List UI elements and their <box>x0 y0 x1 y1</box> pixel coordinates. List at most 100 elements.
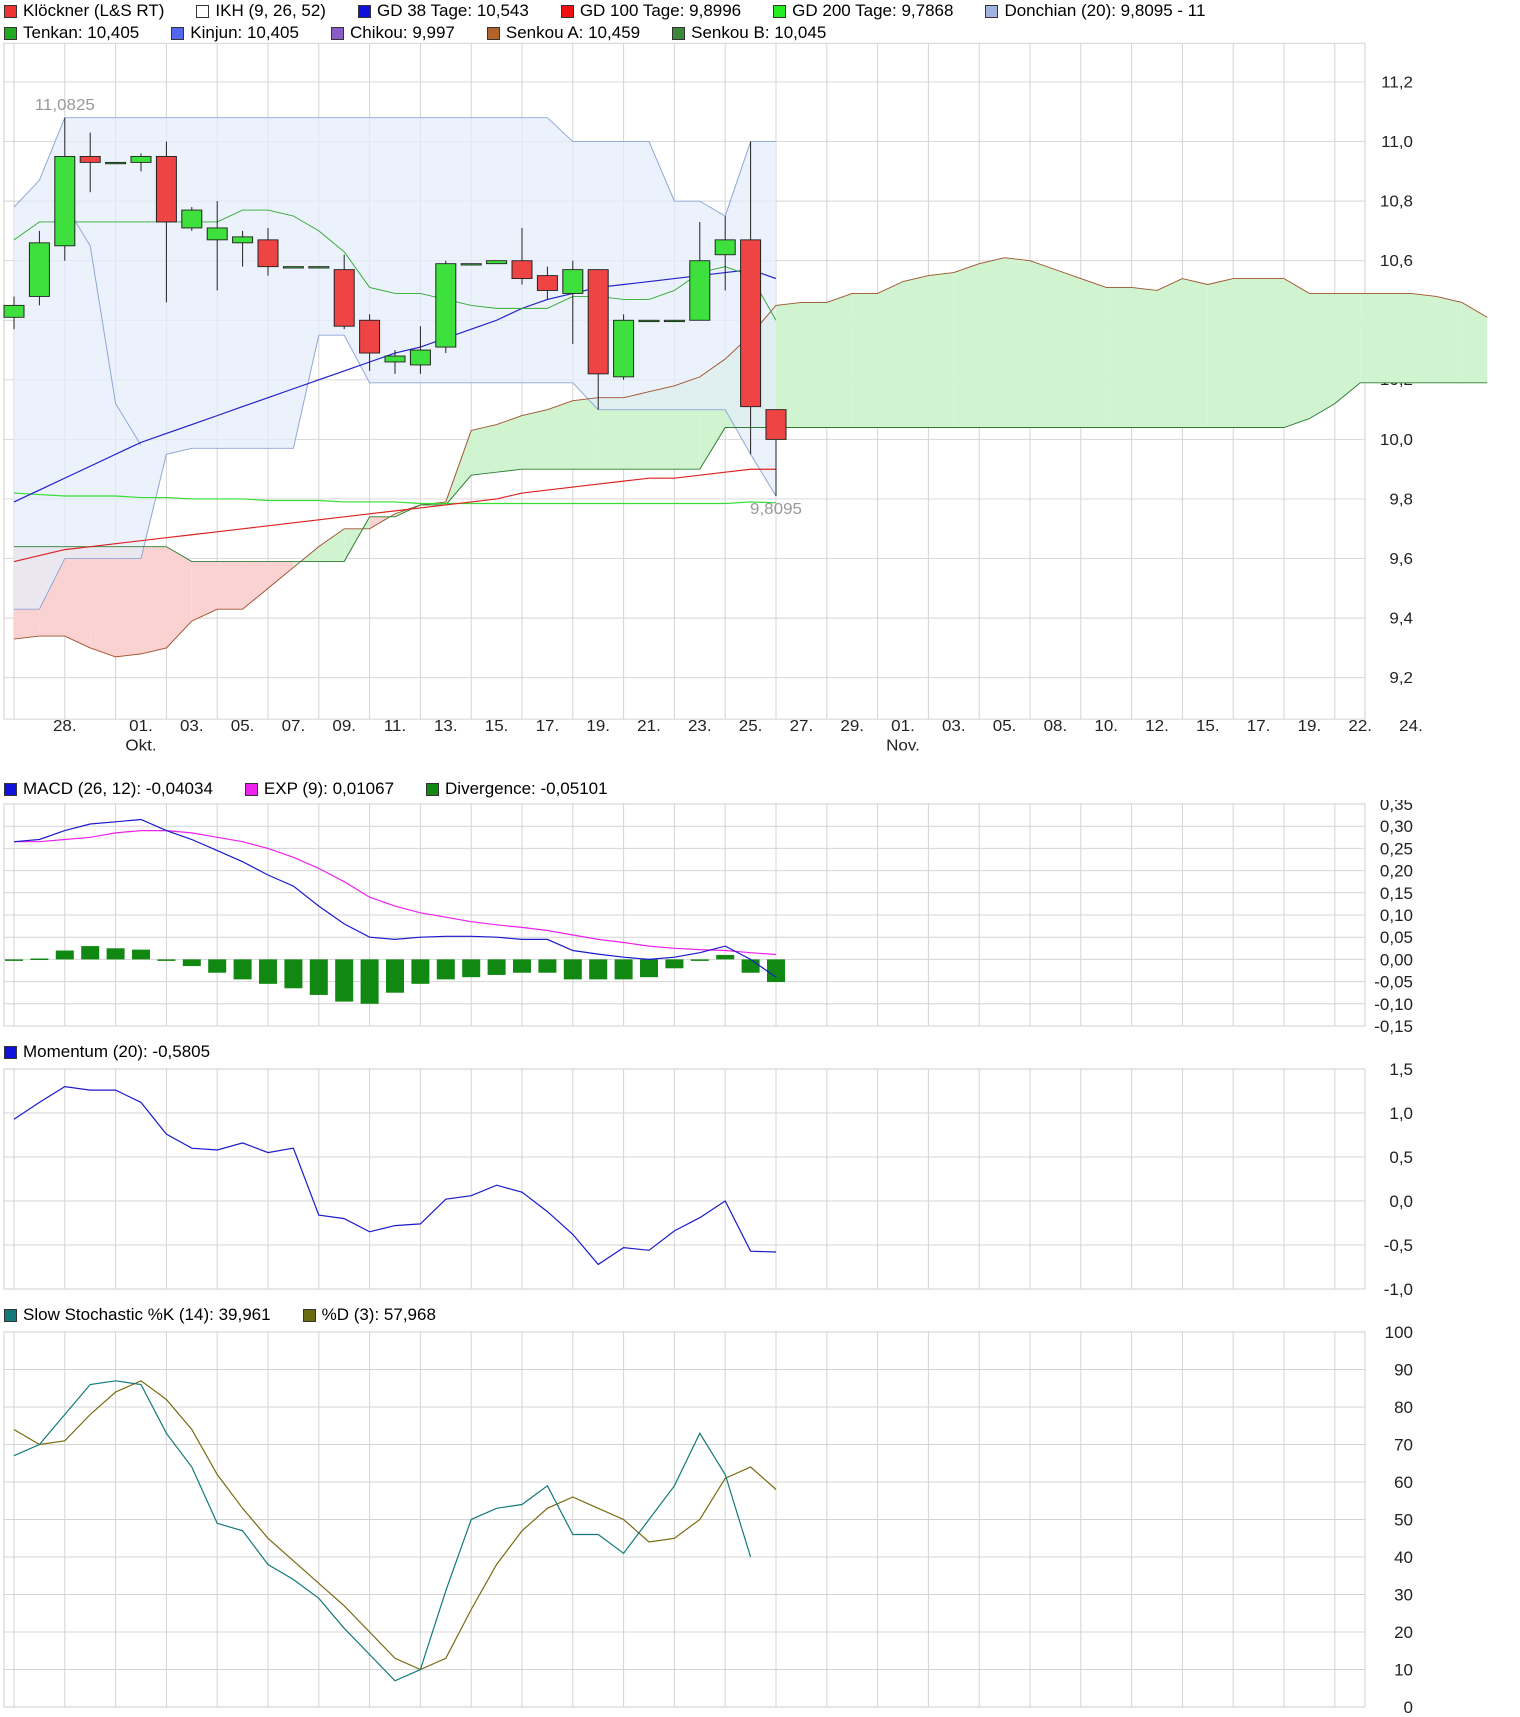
legend-swatch <box>302 1308 316 1322</box>
price-ytick-label: 11,2 <box>1381 74 1413 91</box>
kumo-segment <box>1233 278 1259 428</box>
macd-ytick-label: -0,15 <box>1374 1017 1413 1036</box>
stochastic-chart: 0 10 20 30 40 50 60 70 80 90 100 <box>3 1326 1413 1717</box>
price-ytick-label: 11,0 <box>1381 134 1413 151</box>
candle-body <box>282 266 304 269</box>
x-axis-label: 25. <box>739 718 763 735</box>
divergence-bar <box>5 959 23 961</box>
candle-body <box>613 319 635 378</box>
x-axis-label: 11. <box>384 718 406 735</box>
macd-ytick-label: -0,10 <box>1374 995 1413 1014</box>
divergence-bar <box>614 959 633 980</box>
kumo-segment <box>496 415 522 473</box>
x-axis-label: 15. <box>485 718 509 735</box>
legend-swatch <box>4 1045 17 1059</box>
candle-body <box>130 155 152 163</box>
divergence-bar <box>208 959 227 973</box>
candle-body <box>409 349 431 366</box>
divergence-bar <box>157 959 176 961</box>
x-axis-label: 07. <box>282 718 306 735</box>
divergence-bar <box>30 958 49 961</box>
legend-label: %D (3): 57,968 <box>321 1305 436 1324</box>
x-axis-label: 19. <box>1298 718 1322 735</box>
stoch-d-line <box>13 1380 777 1671</box>
x-axis-label: 03. <box>942 718 966 735</box>
x-axis-label: 01. <box>129 718 153 735</box>
kumo-segment <box>1182 278 1208 428</box>
stoch-ytick-label: 80 <box>1394 1398 1413 1417</box>
candle-body <box>562 269 584 294</box>
momentum-chart: -1,0 -0,5 0,0 0,5 1,0 1,5 <box>3 1063 1413 1299</box>
macd-ytick-label: -0,05 <box>1374 973 1413 992</box>
divergence-bar <box>741 959 760 973</box>
stoch-ytick-label: 50 <box>1394 1511 1413 1530</box>
x-axis-label: 13. <box>434 718 458 735</box>
price-annotation: 9,8095 <box>750 501 802 518</box>
candle-body <box>232 236 254 244</box>
price-ytick-label: 10,0 <box>1380 432 1413 449</box>
kumo-segment <box>1080 278 1107 428</box>
price-ytick-label: 10,8 <box>1380 193 1413 210</box>
candle-body <box>511 260 533 280</box>
legend-swatch <box>4 1308 17 1322</box>
legend-swatch <box>4 782 17 796</box>
kumo-segment <box>268 561 294 589</box>
stoch-ytick-label: 40 <box>1394 1548 1413 1567</box>
x-axis-label: 28. <box>53 718 77 735</box>
candle-body <box>206 227 228 241</box>
price-ytick-label: 9,2 <box>1389 670 1413 687</box>
legend-item: Slow Stochastic %K (14): 39,961 <box>4 1305 271 1325</box>
divergence-bar <box>233 959 252 980</box>
divergence-bar <box>360 959 379 1004</box>
kumo-segment <box>217 561 243 610</box>
kumo-segment <box>522 409 548 470</box>
kumo-segment <box>928 272 954 428</box>
stoch-ytick-label: 100 <box>1385 1326 1413 1342</box>
kumo-segment <box>1004 257 1030 428</box>
candle-body <box>536 275 558 291</box>
momentum-ytick-label: 1,5 <box>1389 1063 1413 1079</box>
kumo-segment <box>1030 260 1056 428</box>
x-axis-label: 01. <box>891 718 915 735</box>
x-axis-label: 12. <box>1145 718 1169 735</box>
stoch-ytick-label: 10 <box>1394 1661 1413 1680</box>
stoch-ytick-label: 30 <box>1394 1586 1413 1605</box>
kumo-segment <box>1055 269 1081 428</box>
kumo-segment <box>547 400 573 470</box>
divergence-bar <box>563 959 582 980</box>
candle-body <box>3 304 25 318</box>
kumo-segment <box>1436 296 1462 383</box>
candle-body <box>105 161 127 165</box>
divergence-bar <box>436 959 455 980</box>
divergence-bar <box>106 948 125 960</box>
x-axis-label: 09. <box>332 718 356 735</box>
legend-label: Momentum (20): -0,5805 <box>23 1042 211 1061</box>
x-axis-label: 22. <box>1348 718 1372 735</box>
kumo-segment <box>953 263 980 428</box>
price-annotation: 11,0825 <box>35 97 95 114</box>
kumo-segment <box>776 302 802 428</box>
candle-body <box>486 260 508 265</box>
macd-line <box>13 818 777 978</box>
x-axis-label: 17. <box>1247 718 1271 735</box>
divergence-bar <box>55 950 74 960</box>
momentum-legend: Momentum (20): -0,5805 <box>4 1041 242 1063</box>
x-axis-label: 27. <box>790 718 814 735</box>
divergence-bar <box>411 959 430 984</box>
candle-body <box>79 155 101 163</box>
kumo-segment <box>1461 302 1488 383</box>
divergence-bar <box>487 959 506 975</box>
price-ytick-label: 9,4 <box>1389 610 1413 627</box>
candle-body <box>587 269 609 375</box>
stochastic-legend: Slow Stochastic %K (14): 39,961 %D (3): 5… <box>4 1304 468 1326</box>
candle-body <box>663 319 685 323</box>
legend-label: MACD (26, 12): -0,04034 <box>23 779 213 798</box>
macd-ytick-label: 0,15 <box>1380 884 1413 903</box>
macd-ytick-label: 0,10 <box>1380 906 1413 925</box>
candle-body <box>714 239 736 256</box>
price-chart: 9,29,49,69,810,010,210,410,610,811,011,2… <box>3 42 1488 754</box>
stoch-ytick-label: 90 <box>1394 1361 1413 1380</box>
divergence-bar <box>462 959 481 978</box>
candle-body <box>435 263 457 348</box>
divergence-bar <box>640 959 658 978</box>
